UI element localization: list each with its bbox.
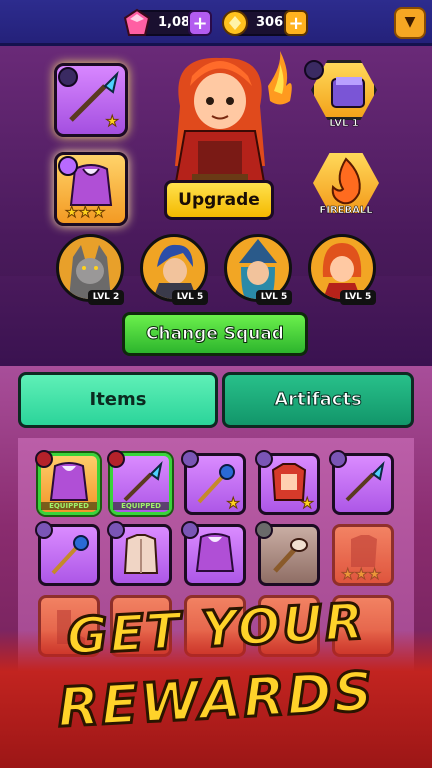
inventory-item-cape-2[interactable] bbox=[181, 521, 246, 586]
inventory-item-club[interactable] bbox=[255, 521, 320, 586]
rarity-icon bbox=[58, 67, 78, 87]
upgrade-button[interactable]: Upgrade bbox=[164, 180, 274, 220]
weapon-slot[interactable]: ★ bbox=[54, 63, 128, 137]
menu-dropdown-button[interactable]: ▼ bbox=[394, 7, 426, 39]
tab-items[interactable]: Items bbox=[18, 372, 218, 428]
inventory-item-staff[interactable]: ★ bbox=[181, 450, 246, 515]
rarity-icon bbox=[304, 60, 324, 80]
gem-icon bbox=[123, 8, 151, 36]
add-coins-button[interactable]: + bbox=[284, 10, 308, 36]
squad-level-1: LVL 2 bbox=[88, 290, 124, 305]
coin-icon bbox=[222, 10, 248, 36]
rarity-icon bbox=[329, 450, 347, 468]
chevron-down-icon: ▼ bbox=[404, 14, 416, 30]
fireball-label: FIREBALL bbox=[319, 205, 373, 217]
rarity-icon bbox=[181, 450, 199, 468]
top-bar: 1,08K + 306 + ▼ bbox=[0, 0, 432, 46]
rarity-icon bbox=[255, 521, 273, 539]
rarity-icon bbox=[255, 450, 273, 468]
gems-counter: 1,08K + bbox=[123, 8, 212, 36]
inventory-item-cape-equipped[interactable]: EQUIPPED bbox=[35, 450, 100, 515]
fireball-ability[interactable]: FIREBALL bbox=[308, 153, 384, 227]
tab-artifacts[interactable]: Artifacts bbox=[222, 372, 414, 428]
rarity-icon bbox=[58, 156, 78, 176]
inventory-item-spear[interactable] bbox=[329, 450, 394, 515]
coins-counter: 306 + bbox=[222, 10, 308, 36]
inventory-item-locked-1[interactable]: ★★★ bbox=[332, 524, 394, 586]
inventory-item-staff-2[interactable] bbox=[35, 521, 100, 586]
star-icon: ★ bbox=[105, 112, 119, 131]
star-icon: ★ bbox=[226, 494, 240, 513]
change-squad-button[interactable]: Change Squad bbox=[122, 312, 308, 356]
equipped-label: EQUIPPED bbox=[113, 502, 169, 510]
armor-slot[interactable]: ★★★ bbox=[54, 152, 128, 226]
squad-level-3: LVL 5 bbox=[256, 290, 292, 305]
inventory-item-vest[interactable] bbox=[107, 521, 172, 586]
squad-level-4: LVL 5 bbox=[340, 290, 376, 305]
armor-ability[interactable]: LVL 1 bbox=[304, 60, 382, 134]
squad-level-2: LVL 5 bbox=[172, 290, 208, 305]
armor-ability-level: LVL 1 bbox=[329, 118, 359, 130]
rarity-icon bbox=[35, 450, 53, 468]
rarity-icon bbox=[181, 521, 199, 539]
star-icon: ★ bbox=[300, 494, 314, 513]
equipped-label: EQUIPPED bbox=[41, 502, 97, 510]
rarity-icon bbox=[107, 450, 125, 468]
rarity-icon bbox=[107, 521, 125, 539]
star-icon: ★★★ bbox=[340, 565, 382, 584]
inventory-item-armor[interactable]: ★ bbox=[255, 450, 320, 515]
coins-value: 306 bbox=[256, 15, 284, 30]
add-gems-button[interactable]: + bbox=[188, 10, 212, 36]
star-icon: ★★★ bbox=[64, 203, 106, 222]
fireball-icon bbox=[313, 153, 379, 213]
rarity-icon bbox=[35, 521, 53, 539]
inventory-item-spear-equipped[interactable]: EQUIPPED bbox=[107, 450, 172, 515]
